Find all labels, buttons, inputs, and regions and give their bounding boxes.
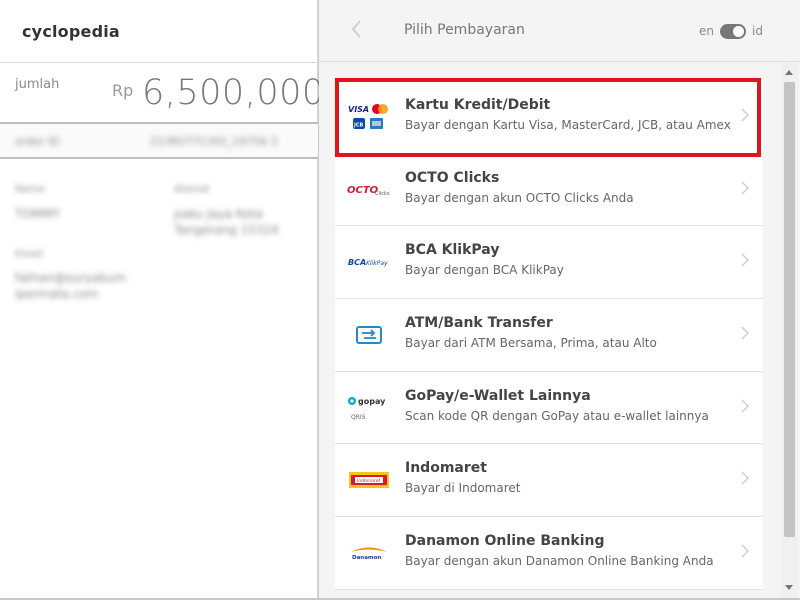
bca-klikpay-logo-icon: BCA KlikPay: [347, 244, 391, 280]
payment-method-title: GoPay/e-Wallet Lainnya: [405, 387, 591, 404]
octo-logo-text: OCTO: [347, 185, 379, 196]
currency-label: Rp: [112, 81, 134, 100]
gopay-logo-text: gopay: [358, 397, 386, 406]
scrollbar-thumb[interactable]: [784, 82, 795, 537]
payment-method-title: ATM/Bank Transfer: [405, 315, 553, 332]
danamon-logo-text: Danamon: [352, 555, 381, 561]
page-title: Pilih Pembayaran: [404, 22, 525, 38]
customer-name-value: TOMMY: [15, 207, 60, 221]
merchant-name: cyclopedia: [22, 22, 120, 41]
payment-method-octo-clicks[interactable]: OCTO Clicks OCTO Clicks Bayar dengan aku…: [335, 153, 763, 227]
visa-logo-text: VISA: [348, 105, 369, 114]
language-toggle[interactable]: [720, 23, 746, 39]
payment-method-desc: Bayar dengan BCA KlikPay: [405, 263, 564, 278]
payment-method-title: Danamon Online Banking: [405, 533, 605, 550]
bca-sub-text: KlikPay: [366, 260, 388, 267]
payment-method-title: Indomaret: [405, 460, 487, 477]
chevron-right-icon: [741, 398, 750, 417]
customer-address-line1: paku Jaya Kota: [174, 207, 263, 221]
indomaret-logo-icon: Indomaret: [347, 462, 391, 498]
lang-id-label[interactable]: id: [752, 24, 763, 38]
amount-value: 6,500,000: [142, 73, 325, 113]
payment-method-desc: Bayar dengan Kartu Visa, MasterCard, JCB…: [405, 118, 731, 132]
qris-logo-text: QRIS: [351, 414, 366, 421]
payment-method-title: OCTO Clicks: [405, 169, 500, 186]
payment-method-title: BCA KlikPay: [405, 242, 500, 259]
payment-method-indomaret[interactable]: Indomaret Indomaret Bayar di Indomaret: [335, 444, 763, 518]
octo-sub-text: Clicks: [375, 191, 390, 197]
bank-transfer-icon: [347, 317, 391, 353]
chevron-right-icon: [741, 325, 750, 344]
order-id-value: 21/90/77C/SO_19756 3: [150, 135, 278, 148]
amount-row: jumlah Rp 6,500,000: [0, 63, 324, 123]
customer-email-line2: ipermata.com: [15, 287, 99, 301]
jcb-logo-text: JCB: [353, 123, 364, 129]
lang-en-label[interactable]: en: [699, 24, 714, 38]
scrollbar[interactable]: [781, 62, 798, 598]
scroll-down-icon[interactable]: [785, 585, 793, 590]
payment-method-gopay[interactable]: gopay QRIS GoPay/e-Wallet Lainnya Scan k…: [335, 371, 763, 445]
order-summary-panel: cyclopedia jumlah Rp 6,500,000 order ID …: [0, 0, 324, 598]
chevron-right-icon: [741, 180, 750, 199]
payment-method-danamon[interactable]: Danamon Danamon Online Banking Bayar den…: [335, 517, 763, 590]
payment-selection-panel: Pilih Pembayaran en id VISA JCB Kartu Kr…: [319, 0, 800, 598]
payment-method-atm-transfer[interactable]: ATM/Bank Transfer Bayar dari ATM Bersama…: [335, 299, 763, 372]
language-switch[interactable]: en id: [699, 22, 763, 40]
chevron-right-icon: [741, 543, 750, 562]
payment-method-desc: Scan kode QR dengan GoPay atau e-wallet …: [405, 408, 709, 423]
payment-method-credit-card[interactable]: VISA JCB Kartu Kredit/Debit Bayar dengan…: [335, 81, 763, 154]
indomaret-logo-text: Indomaret: [357, 478, 381, 484]
toggle-knob: [733, 25, 744, 37]
chevron-right-icon: [741, 470, 750, 489]
amount-label: jumlah: [15, 77, 60, 92]
customer-email-line1: fathan@suryabum: [15, 271, 127, 285]
payment-method-desc: Bayar dengan akun OCTO Clicks Anda: [405, 190, 634, 205]
customer-address-label: Alamat: [174, 184, 210, 195]
gopay-qris-logo-icon: gopay QRIS: [347, 390, 391, 426]
divider: [0, 157, 318, 159]
chevron-right-icon: [741, 252, 750, 271]
payment-method-bca-klikpay[interactable]: BCA KlikPay BCA KlikPay Bayar dengan BCA…: [335, 226, 763, 300]
payment-method-desc: Bayar di Indomaret: [405, 481, 521, 496]
customer-name-label: Nama: [15, 184, 45, 195]
customer-address-line2: Tangerang 15324: [174, 223, 279, 237]
danamon-logo-icon: Danamon: [347, 535, 391, 571]
payment-method-list: VISA JCB Kartu Kredit/Debit Bayar dengan…: [335, 81, 763, 590]
payment-method-desc: Bayar dengan akun Danamon Online Banking…: [405, 554, 714, 569]
order-id-label: order ID: [15, 135, 60, 148]
octo-clicks-logo-icon: OCTO Clicks: [347, 172, 391, 208]
order-id-row[interactable]: order ID 21/90/77C/SO_19756 3: [0, 124, 318, 158]
bca-logo-text: BCA: [348, 258, 366, 267]
customer-email-label: Email: [15, 249, 43, 260]
payment-method-desc: Bayar dari ATM Bersama, Prima, atau Alto: [405, 336, 657, 351]
top-bar: Pilih Pembayaran en id: [319, 0, 800, 62]
payment-method-title: Kartu Kredit/Debit: [405, 97, 551, 113]
chevron-right-icon: [741, 107, 750, 126]
card-logos-icon: VISA JCB: [347, 99, 391, 135]
scroll-up-icon[interactable]: [785, 70, 793, 75]
chevron-left-icon[interactable]: [349, 18, 369, 44]
